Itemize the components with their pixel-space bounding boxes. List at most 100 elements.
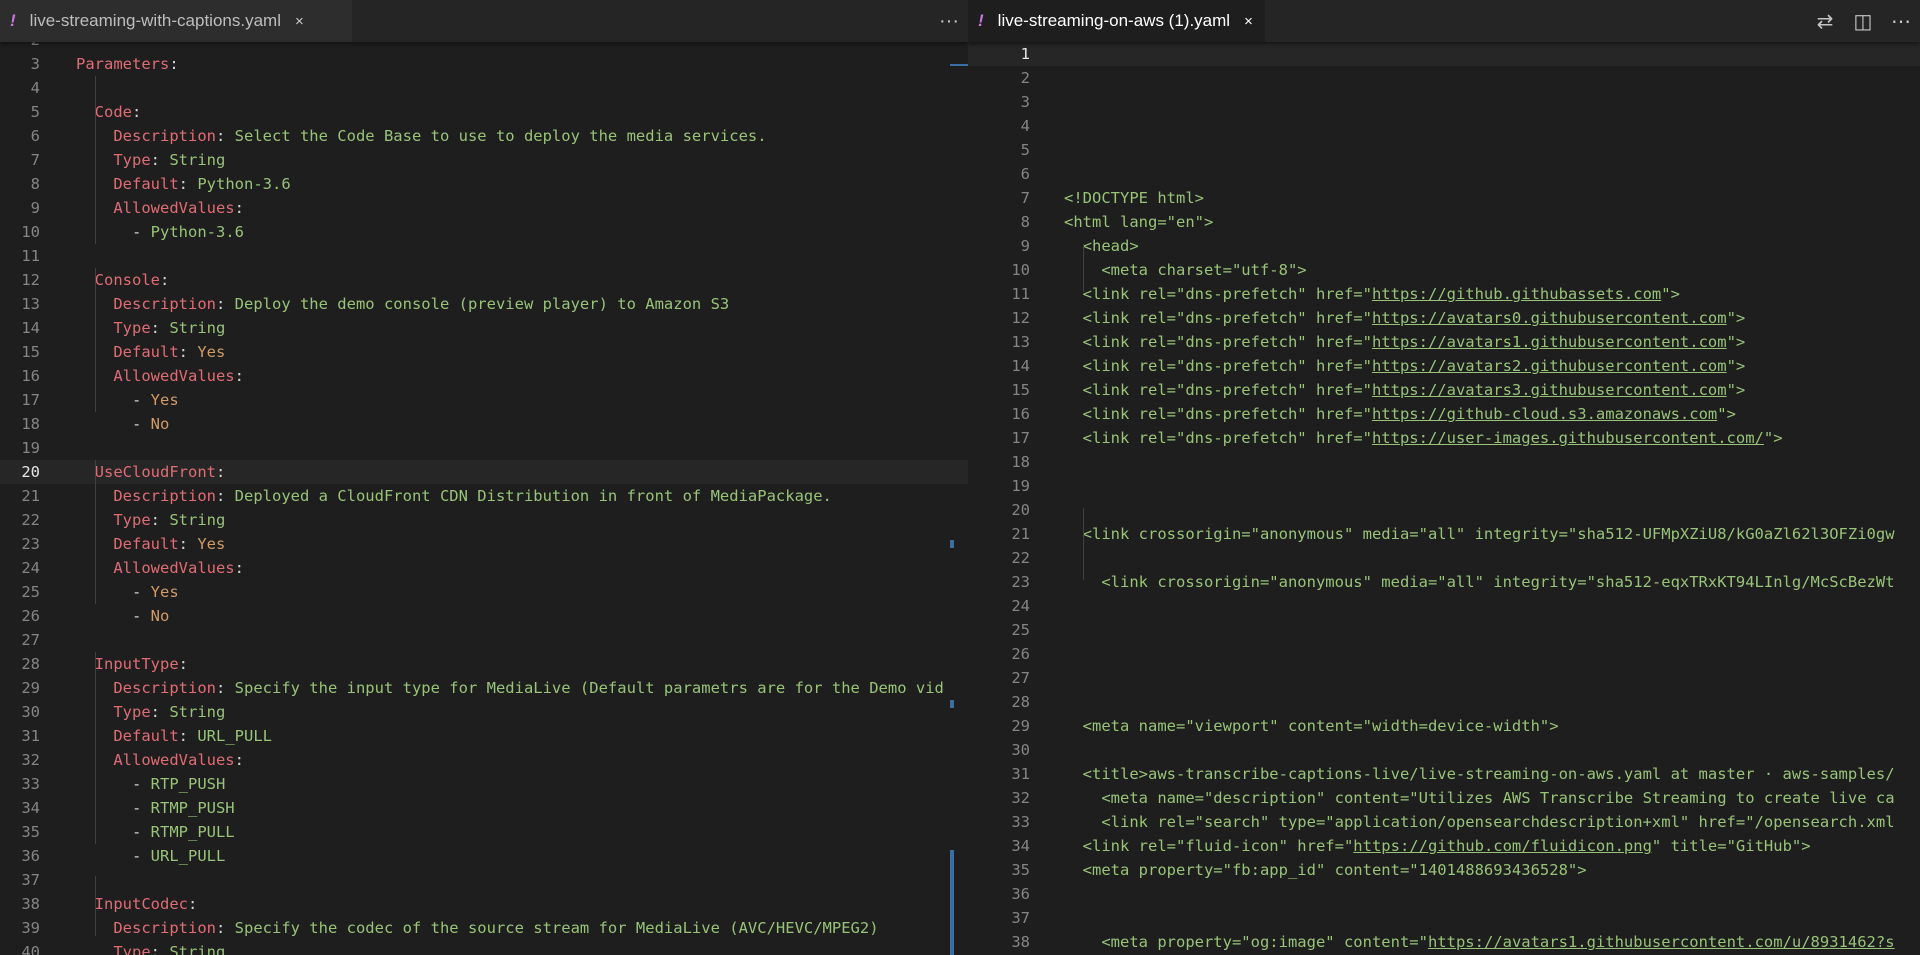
more-actions-icon[interactable]: ··· <box>930 0 968 42</box>
code-link[interactable]: https://github.com/fluidicon.png <box>1353 837 1652 855</box>
close-icon[interactable]: × <box>295 13 304 30</box>
code-text: <link rel="dns-prefetch" href="https://g… <box>1064 402 1736 426</box>
code-line: 35 <meta property="fb:app_id" content="1… <box>968 858 1920 882</box>
code-token: AllowedValues <box>113 751 235 769</box>
code-text: Description: Select the Code Base to use… <box>76 124 766 148</box>
code-token: Description <box>113 919 216 937</box>
code-token: AllowedValues <box>113 367 235 385</box>
code-line: 39 Description: Specify the codec of the… <box>0 916 968 940</box>
code-link[interactable]: https://avatars2.githubusercontent.com <box>1372 357 1727 375</box>
code-token: : <box>150 319 170 337</box>
open-changes-icon[interactable]: ⇄ <box>1806 0 1844 42</box>
more-actions-icon[interactable]: ⋯ <box>1882 0 1920 42</box>
code-token: <meta name="description" content="Utiliz… <box>1064 789 1895 807</box>
tab-label: live-streaming-on-aws (1).yaml <box>997 11 1231 30</box>
code-text: <link rel="dns-prefetch" href="https://g… <box>1064 282 1680 306</box>
code-line: 37 <box>968 906 1920 930</box>
code-text: <link crossorigin="anonymous" media="all… <box>1064 570 1894 594</box>
code-line: 21 <link crossorigin="anonymous" media="… <box>968 522 1920 546</box>
code-line: 20 <box>968 498 1920 522</box>
code-token: : <box>150 703 170 721</box>
tab-live-streaming-with-captions[interactable]: ! live-streaming-with-captions.yaml × <box>0 0 352 42</box>
code-line: 33 - RTP_PUSH <box>0 772 968 796</box>
code-line: 23 <link crossorigin="anonymous" media="… <box>968 570 1920 594</box>
code-token: : <box>178 535 198 553</box>
line-number: 20 <box>1011 501 1030 519</box>
scrollbar-marker <box>950 540 954 548</box>
code-token: <meta property="fb:app_id" content="1401… <box>1064 861 1587 879</box>
line-number: 40 <box>21 943 40 955</box>
code-line: 22 <box>968 546 1920 570</box>
code-token: - <box>76 847 151 865</box>
line-number: 11 <box>1011 285 1030 303</box>
code-token: Default <box>113 535 179 553</box>
code-text: <link rel="dns-prefetch" href="https://a… <box>1064 354 1746 378</box>
code-line: 34 - RTMP_PUSH <box>0 796 968 820</box>
line-number: 38 <box>21 895 40 913</box>
code-line: 37 <box>0 868 968 892</box>
line-number: 30 <box>1011 741 1030 759</box>
code-line: 31 Default: URL_PULL <box>0 724 968 748</box>
code-line: 18 - No <box>0 412 968 436</box>
line-number: 19 <box>21 439 40 457</box>
code-text: InputType: <box>76 652 188 676</box>
code-token: Type <box>113 943 151 955</box>
code-link[interactable]: https://avatars0.githubusercontent.com <box>1372 309 1727 327</box>
code-link[interactable]: https://user-images.githubusercontent.co… <box>1372 429 1764 447</box>
code-token: <head> <box>1064 237 1139 255</box>
code-link[interactable]: https://avatars1.githubusercontent.com/u… <box>1428 933 1895 951</box>
line-number: 30 <box>21 703 40 721</box>
code-token: <link rel="fluid-icon" href=" <box>1064 837 1354 855</box>
code-line: 29 <meta name="viewport" content="width=… <box>968 714 1920 738</box>
code-text: Console: <box>76 268 170 292</box>
line-number: 9 <box>30 199 40 217</box>
code-token: Type <box>113 703 151 721</box>
right-code-editor[interactable]: 1 2 3 4 5 6 7 <!DOCTYPE html> 8 <html lang="en"> 9… <box>968 42 1920 955</box>
code-token: - <box>76 391 151 409</box>
code-link[interactable]: https://avatars1.githubusercontent.com <box>1372 333 1727 351</box>
line-number: 18 <box>21 415 40 433</box>
code-token: - <box>76 583 151 601</box>
code-link[interactable]: https://avatars3.githubusercontent.com <box>1372 381 1727 399</box>
line-number: 6 <box>30 127 40 145</box>
code-token: <meta name="viewport" content="width=dev… <box>1064 717 1559 735</box>
code-text: - RTMP_PULL <box>76 820 235 844</box>
code-token: : <box>216 463 226 481</box>
code-line: 13 Description: Deploy the demo console … <box>0 292 968 316</box>
code-line: 19 <box>968 474 1920 498</box>
line-number: 32 <box>21 751 40 769</box>
code-token: Deploy the demo console (preview player)… <box>234 295 730 313</box>
code-text: AllowedValues: <box>76 556 244 580</box>
line-number: 1 <box>1020 45 1030 63</box>
line-number: 35 <box>21 823 40 841</box>
code-text: Description: Deployed a CloudFront CDN D… <box>76 484 832 508</box>
code-line: 7 Type: String <box>0 148 968 172</box>
tab-live-streaming-on-aws[interactable]: ! live-streaming-on-aws (1).yaml × <box>968 0 1265 42</box>
code-line: 27 <box>968 666 1920 690</box>
code-line: 32 AllowedValues: <box>0 748 968 772</box>
code-link[interactable]: https://github.githubassets.com <box>1372 285 1661 303</box>
code-token: Yes <box>150 583 179 601</box>
code-line: 5 Code: <box>0 100 968 124</box>
code-token: AllowedValues <box>113 559 235 577</box>
code-token: URL_PULL <box>197 727 272 745</box>
code-text: Description: Specify the input type for … <box>76 676 944 700</box>
code-text: Default: Yes <box>76 340 225 364</box>
code-token: <link rel="dns-prefetch" href=" <box>1064 381 1372 399</box>
close-icon[interactable]: × <box>1244 13 1253 30</box>
code-line: 10 - Python-3.6 <box>0 220 968 244</box>
line-number: 2 <box>1020 69 1030 87</box>
line-number: 28 <box>1011 693 1030 711</box>
code-token: " title="GitHub"> <box>1651 837 1811 855</box>
line-number: 38 <box>1011 933 1030 951</box>
code-line: 35 - RTMP_PULL <box>0 820 968 844</box>
line-number: 19 <box>1011 477 1030 495</box>
left-code-editor[interactable]: 2 3Parameters:45 Code:6 Description: Sel… <box>0 42 968 955</box>
line-number: 27 <box>21 631 40 649</box>
code-link[interactable]: https://github-cloud.s3.amazonaws.com <box>1372 405 1717 423</box>
split-editor-icon[interactable]: ◫ <box>1844 0 1882 42</box>
code-line: 23 Default: Yes <box>0 532 968 556</box>
code-token: Code <box>94 103 132 121</box>
line-number: 36 <box>1011 885 1030 903</box>
